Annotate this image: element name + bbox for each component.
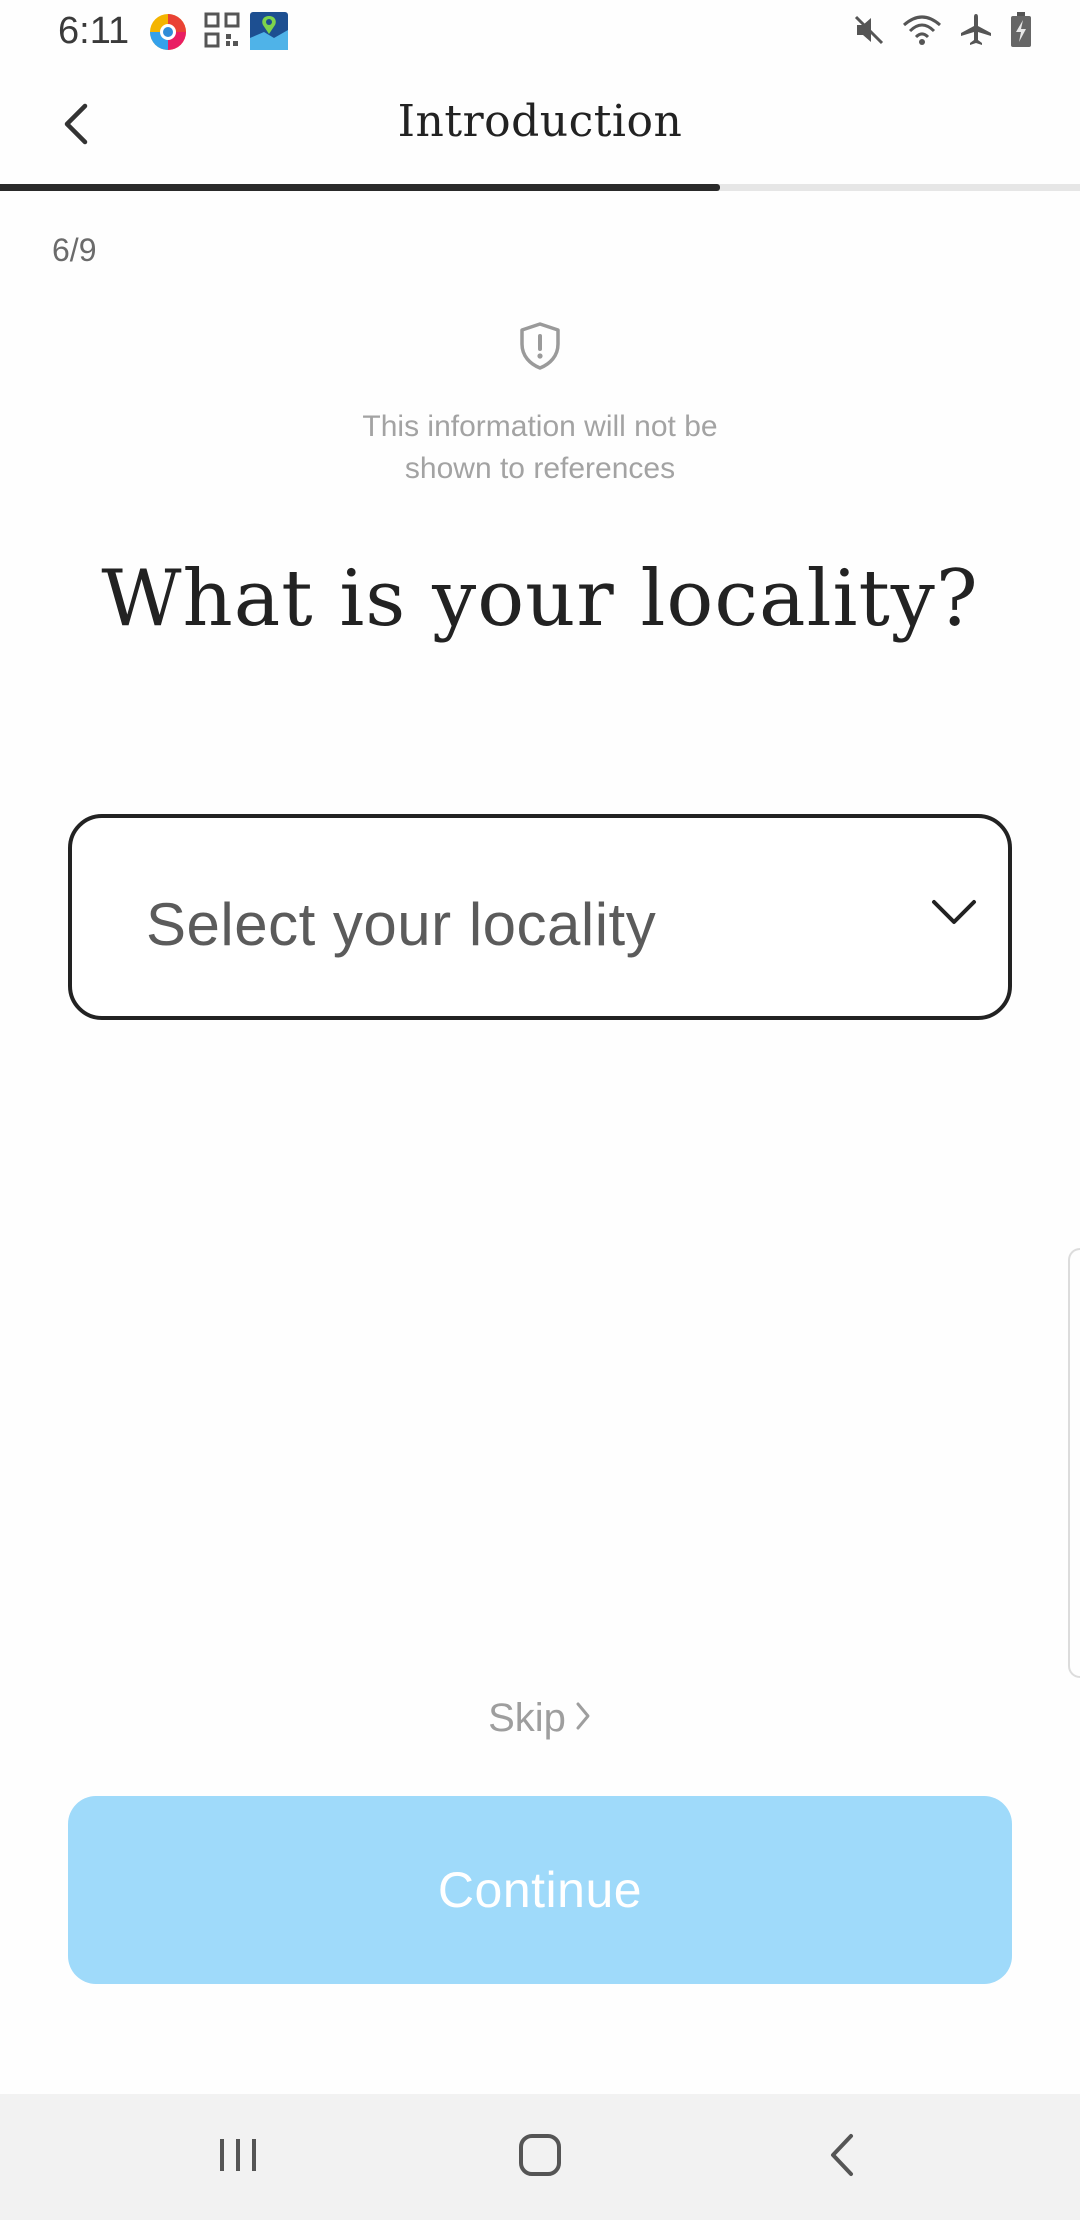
app-bar: Introduction [0, 64, 1080, 184]
status-bar: 6:11 [0, 0, 1080, 64]
skip-link[interactable]: Skip [0, 1696, 1080, 1741]
battery-charging-icon [1010, 12, 1032, 48]
status-time: 6:11 [58, 10, 130, 52]
nav-back-button[interactable] [802, 2124, 882, 2190]
skip-label: Skip [488, 1696, 566, 1740]
question-heading: What is your locality? [101, 554, 979, 644]
privacy-note: This information will not be shown to re… [240, 406, 840, 490]
locality-select[interactable]: Select your locality [68, 814, 1012, 1020]
home-button[interactable] [500, 2124, 580, 2190]
page-title: Introduction [397, 96, 683, 147]
privacy-note-line-2: shown to references [404, 452, 676, 485]
nav-bar [0, 2094, 1080, 2220]
recents-icon [216, 2135, 260, 2180]
locality-placeholder: Select your locality [146, 891, 657, 958]
recents-button[interactable] [198, 2124, 278, 2190]
step-counter: 6/9 [52, 232, 97, 268]
airplane-mode-icon [958, 12, 994, 48]
qr-code-icon [204, 12, 244, 52]
maps-icon [250, 12, 290, 52]
screen: 6:11 Introduction 6/9 This information w… [0, 0, 1080, 2220]
chevron-right-icon [574, 1700, 592, 1737]
continue-label: Continue [437, 1862, 643, 1918]
mute-icon [852, 13, 886, 47]
chrome-like-icon [148, 12, 188, 52]
status-icons [852, 12, 1032, 48]
back-icon [827, 2132, 857, 2183]
edge-panel-handle[interactable] [1068, 1248, 1080, 1678]
chevron-down-icon [930, 896, 978, 933]
wifi-icon [902, 13, 942, 47]
shield-exclamation-icon [512, 318, 568, 374]
privacy-note-line-1: This information will not be [362, 410, 718, 443]
home-icon [517, 2132, 563, 2183]
progress-fill [0, 184, 721, 191]
progress-bar [0, 184, 1080, 191]
continue-button[interactable]: Continue [68, 1796, 1012, 1984]
